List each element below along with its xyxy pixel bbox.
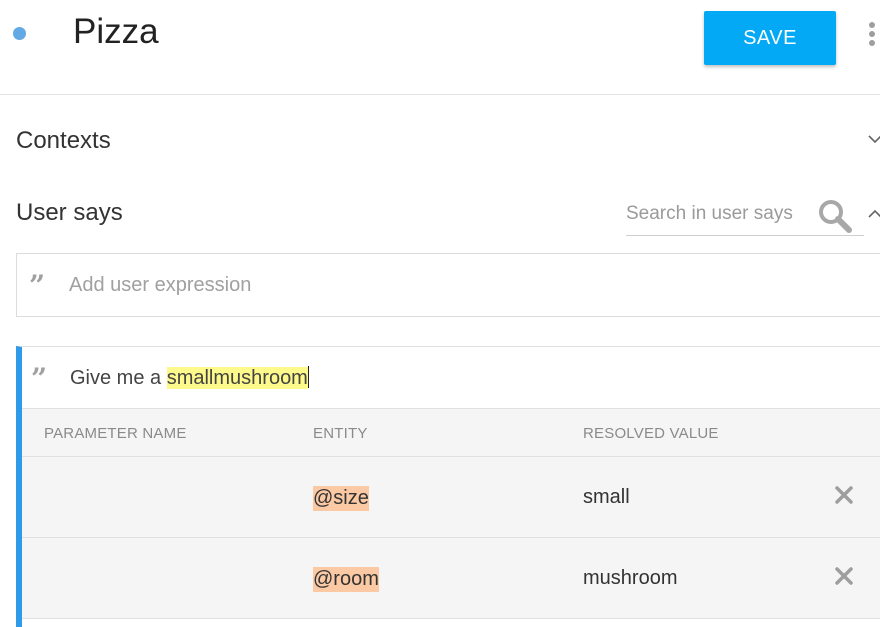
parameter-table: PARAMETER NAME ENTITY RESOLVED VALUE @si… <box>22 408 880 619</box>
user-expression-card: ” Give me a smallmushroom PARAMETER NAME… <box>16 346 880 627</box>
table-row: @size small <box>22 457 880 538</box>
quote-icon: ” <box>29 269 46 302</box>
resolved-value-cell: mushroom <box>583 567 678 589</box>
more-vert-icon[interactable] <box>869 22 877 52</box>
text-caret <box>307 366 309 388</box>
user-expression-text[interactable]: Give me a smallmushroom <box>70 366 309 390</box>
close-icon[interactable] <box>834 485 854 505</box>
add-user-expression-input[interactable] <box>69 270 669 300</box>
expression-highlighted-text[interactable]: smallmushroom <box>166 367 308 389</box>
user-expression-row[interactable]: ” Give me a smallmushroom <box>22 347 880 408</box>
chevron-up-icon[interactable] <box>868 207 880 221</box>
save-button[interactable]: SAVE <box>704 11 836 65</box>
table-row: @room mushroom <box>22 538 880 619</box>
entity-cell[interactable]: @size <box>313 486 369 511</box>
quote-icon: ” <box>31 362 48 395</box>
resolved-value-cell: small <box>583 486 630 508</box>
header-entity: ENTITY <box>313 425 368 442</box>
top-bar: Pizza SAVE <box>0 0 880 95</box>
header-resolved-value: RESOLVED VALUE <box>583 425 719 442</box>
close-icon[interactable] <box>834 566 854 586</box>
status-dot-icon <box>13 27 26 40</box>
contexts-section-header[interactable]: Contexts <box>16 127 111 155</box>
add-expression-box: ” <box>16 253 880 317</box>
user-says-section-header[interactable]: User says <box>16 199 123 227</box>
search-icon[interactable] <box>816 198 856 239</box>
chevron-down-icon[interactable] <box>868 132 880 146</box>
entity-cell[interactable]: @room <box>313 567 379 592</box>
search-field <box>626 195 864 236</box>
intent-title: Pizza <box>73 12 159 51</box>
parameter-table-header: PARAMETER NAME ENTITY RESOLVED VALUE <box>22 409 880 457</box>
search-input[interactable] <box>626 199 812 229</box>
header-parameter-name: PARAMETER NAME <box>44 425 187 442</box>
expression-plain-text: Give me a <box>70 367 167 389</box>
